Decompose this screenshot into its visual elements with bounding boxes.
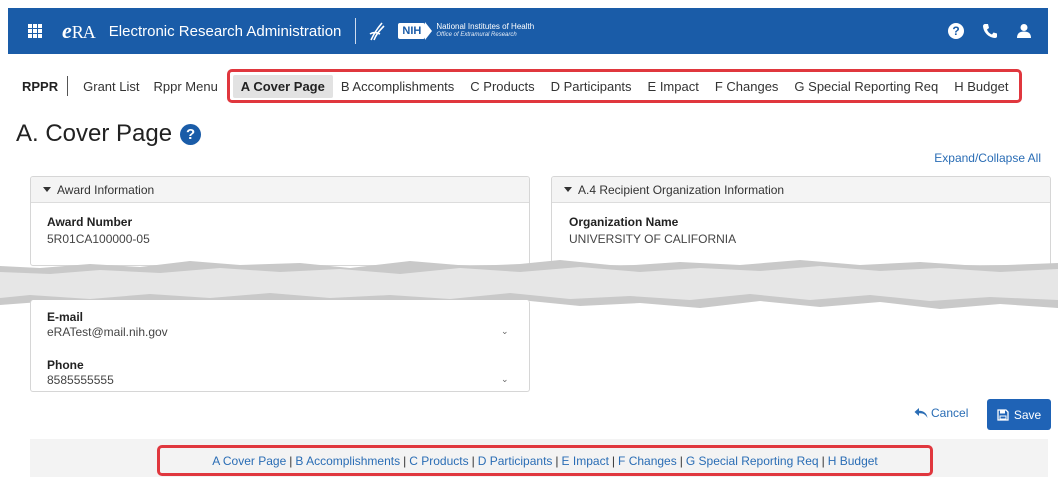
- footer-separator: |: [611, 453, 616, 468]
- page-title: A. Cover Page ?: [16, 120, 202, 148]
- nav-divider: [67, 76, 69, 96]
- nih-arrow-icon: [425, 22, 433, 40]
- rppr-nav: RPPR Grant List Rppr Menu A Cover Page B…: [8, 68, 1048, 104]
- footer-link-h-budget[interactable]: H Budget: [828, 454, 878, 468]
- expand-collapse-all-link[interactable]: Expand/Collapse All: [934, 151, 1041, 165]
- era-logo[interactable]: eRA: [62, 18, 96, 44]
- undo-icon: [914, 408, 928, 418]
- recipient-organization-toggle[interactable]: A.4 Recipient Organization Information: [552, 177, 1050, 203]
- hhs-logo-icon: [369, 22, 385, 41]
- tab-f-changes[interactable]: F Changes: [707, 75, 787, 98]
- award-number-label: Award Number: [47, 215, 133, 229]
- footer-separator: |: [679, 453, 683, 468]
- page-title-text: A. Cover Page: [16, 120, 173, 147]
- nih-office: Office of Extramural Research: [436, 32, 517, 38]
- footer-link-e-impact[interactable]: E Impact: [562, 454, 609, 468]
- footer-separator: |: [403, 453, 407, 468]
- phone-icon[interactable]: [982, 23, 998, 39]
- help-icon[interactable]: ?: [948, 23, 964, 39]
- footer-link-b-accomplishments[interactable]: B Accomplishments: [295, 454, 400, 468]
- caret-down-icon: [43, 187, 51, 192]
- tab-e-impact[interactable]: E Impact: [640, 75, 707, 98]
- footer-link-f-changes[interactable]: F Changes: [618, 454, 677, 468]
- chevron-down-icon[interactable]: ⌄: [501, 326, 509, 337]
- nih-name: National Institutes of Health: [436, 22, 535, 31]
- panel-header-label: Award Information: [57, 182, 155, 197]
- user-icon[interactable]: [1016, 23, 1032, 39]
- apps-grid-icon[interactable]: [28, 24, 42, 38]
- award-information-toggle[interactable]: Award Information: [31, 177, 529, 203]
- phone-value: 8585555555: [47, 373, 114, 387]
- section-tabs: A Cover Page B Accomplishments C Product…: [226, 69, 1023, 103]
- cancel-button[interactable]: Cancel: [914, 406, 968, 420]
- app-header: eRA Electronic Research Administration N…: [8, 8, 1048, 54]
- rppr-menu-link[interactable]: Rppr Menu: [146, 79, 224, 94]
- footer-link-c-products[interactable]: C Products: [409, 454, 468, 468]
- tab-c-products[interactable]: C Products: [462, 75, 542, 98]
- cancel-label: Cancel: [931, 406, 969, 420]
- email-label: E-mail: [47, 310, 84, 324]
- tab-g-special-reporting-req[interactable]: G Special Reporting Req: [786, 75, 946, 98]
- footer-link-g-special-reporting-req[interactable]: G Special Reporting Req: [686, 454, 819, 468]
- rppr-label: RPPR: [22, 78, 59, 94]
- app-title: Electronic Research Administration: [108, 22, 342, 40]
- contact-fields-panel: E-mail eRATest@mail.nih.gov ⌄ Phone 8585…: [30, 300, 530, 392]
- footer-separator: |: [821, 453, 825, 468]
- save-label: Save: [1013, 407, 1042, 422]
- save-button[interactable]: Save: [987, 399, 1051, 430]
- footer-section-nav: A Cover Page | B Accomplishments | C Pro…: [157, 445, 933, 476]
- organization-name-label: Organization Name: [569, 215, 679, 229]
- tab-d-participants[interactable]: D Participants: [543, 75, 640, 98]
- email-value: eRATest@mail.nih.gov: [47, 325, 168, 339]
- organization-name-value: UNIVERSITY OF CALIFORNIA: [569, 232, 737, 246]
- grant-list-link[interactable]: Grant List: [76, 79, 146, 94]
- phone-label: Phone: [47, 358, 84, 372]
- panel-header-label: A.4 Recipient Organization Information: [578, 182, 785, 197]
- footer-link-d-participants[interactable]: D Participants: [478, 454, 553, 468]
- tab-b-accomplishments[interactable]: B Accomplishments: [333, 75, 462, 98]
- footer-separator: |: [289, 453, 293, 468]
- footer-separator: |: [471, 453, 475, 468]
- save-icon: [997, 408, 1009, 421]
- tab-h-budget[interactable]: H Budget: [946, 75, 1016, 98]
- header-divider: [355, 18, 357, 44]
- footer-separator: |: [555, 453, 559, 468]
- chevron-down-icon[interactable]: ⌄: [501, 374, 509, 385]
- award-number-value: 5R01CA100000-05: [47, 232, 150, 246]
- nih-logo[interactable]: NIH National Institutes of Health Office…: [398, 22, 534, 40]
- tab-a-cover-page[interactable]: A Cover Page: [232, 74, 333, 98]
- caret-down-icon: [564, 187, 572, 192]
- footer-link-a-cover-page[interactable]: A Cover Page: [212, 454, 286, 468]
- help-icon[interactable]: ?: [180, 123, 202, 145]
